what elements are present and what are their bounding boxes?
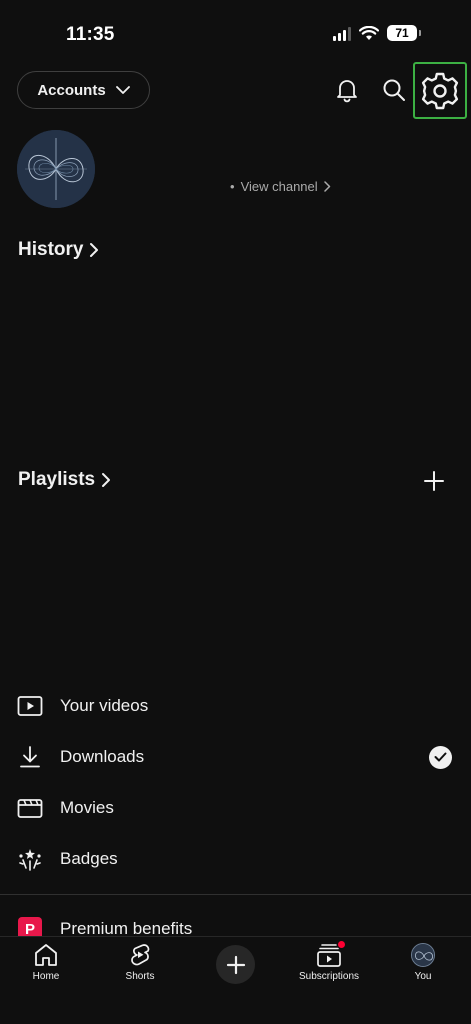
bullet-dot: • bbox=[230, 179, 235, 194]
notification-dot bbox=[338, 941, 345, 948]
view-channel-label: View channel bbox=[240, 179, 318, 194]
settings-button[interactable] bbox=[413, 62, 467, 119]
play-square-icon bbox=[17, 693, 43, 719]
downloads-check-icon bbox=[429, 745, 452, 769]
badges-icon bbox=[17, 846, 43, 872]
create-button[interactable] bbox=[216, 945, 255, 984]
bell-icon bbox=[337, 80, 357, 103]
status-icons: 71 bbox=[333, 25, 421, 41]
nav-you[interactable]: You bbox=[383, 943, 463, 982]
view-channel-link[interactable]: • View channel bbox=[230, 179, 331, 194]
nav-home[interactable]: Home bbox=[6, 943, 86, 982]
menu-label: Downloads bbox=[60, 747, 145, 766]
nav-label: Home bbox=[32, 971, 60, 982]
nav-label: You bbox=[414, 971, 432, 982]
nav-shorts[interactable]: Shorts bbox=[100, 943, 180, 982]
menu-label: Badges bbox=[60, 849, 118, 868]
history-header[interactable]: History bbox=[18, 239, 99, 261]
search-icon bbox=[383, 79, 405, 101]
nav-subscriptions[interactable]: Subscriptions bbox=[289, 941, 369, 982]
gear-icon bbox=[421, 72, 459, 109]
menu-label: Movies bbox=[60, 798, 114, 817]
you-page: 11:35 71 Accounts • View channel History… bbox=[0, 0, 471, 1024]
cellular-signal-icon bbox=[333, 26, 351, 41]
search-button[interactable] bbox=[380, 76, 408, 104]
menu-item-downloads[interactable]: Downloads bbox=[0, 735, 471, 779]
profile-avatar[interactable] bbox=[17, 130, 95, 208]
home-icon bbox=[35, 944, 57, 966]
accounts-button[interactable]: Accounts bbox=[17, 71, 150, 109]
subscriptions-icon-wrap bbox=[316, 941, 345, 967]
avatar-image bbox=[17, 130, 95, 208]
add-playlist-button[interactable] bbox=[420, 467, 448, 495]
plus-icon bbox=[424, 471, 444, 491]
clapperboard-icon bbox=[17, 795, 43, 821]
history-title: History bbox=[18, 239, 84, 260]
chevron-right-icon bbox=[90, 243, 99, 257]
menu-item-your-videos[interactable]: Your videos bbox=[0, 684, 471, 728]
shorts-icon bbox=[131, 944, 150, 966]
nav-label: Subscriptions bbox=[298, 971, 360, 982]
chevron-down-icon bbox=[115, 85, 130, 94]
section-divider bbox=[0, 894, 471, 895]
wifi-icon bbox=[359, 25, 379, 40]
chevron-right-icon bbox=[323, 181, 330, 192]
menu-label: Your videos bbox=[60, 696, 149, 715]
bottom-nav: Home Shorts Subscriptions You bbox=[0, 936, 471, 1024]
battery-indicator: 71 bbox=[387, 25, 421, 41]
accounts-label: Accounts bbox=[37, 81, 106, 99]
avatar-icon bbox=[411, 943, 435, 967]
menu-item-movies[interactable]: Movies bbox=[0, 786, 471, 830]
notifications-button[interactable] bbox=[333, 76, 361, 104]
nav-label: Shorts bbox=[125, 971, 155, 982]
chevron-right-icon bbox=[102, 473, 111, 487]
download-icon bbox=[17, 744, 43, 770]
status-time: 11:35 bbox=[66, 24, 115, 45]
playlists-header[interactable]: Playlists bbox=[18, 469, 111, 491]
menu-item-badges[interactable]: Badges bbox=[0, 837, 471, 881]
create-icon bbox=[226, 955, 245, 974]
playlists-title: Playlists bbox=[18, 469, 96, 490]
